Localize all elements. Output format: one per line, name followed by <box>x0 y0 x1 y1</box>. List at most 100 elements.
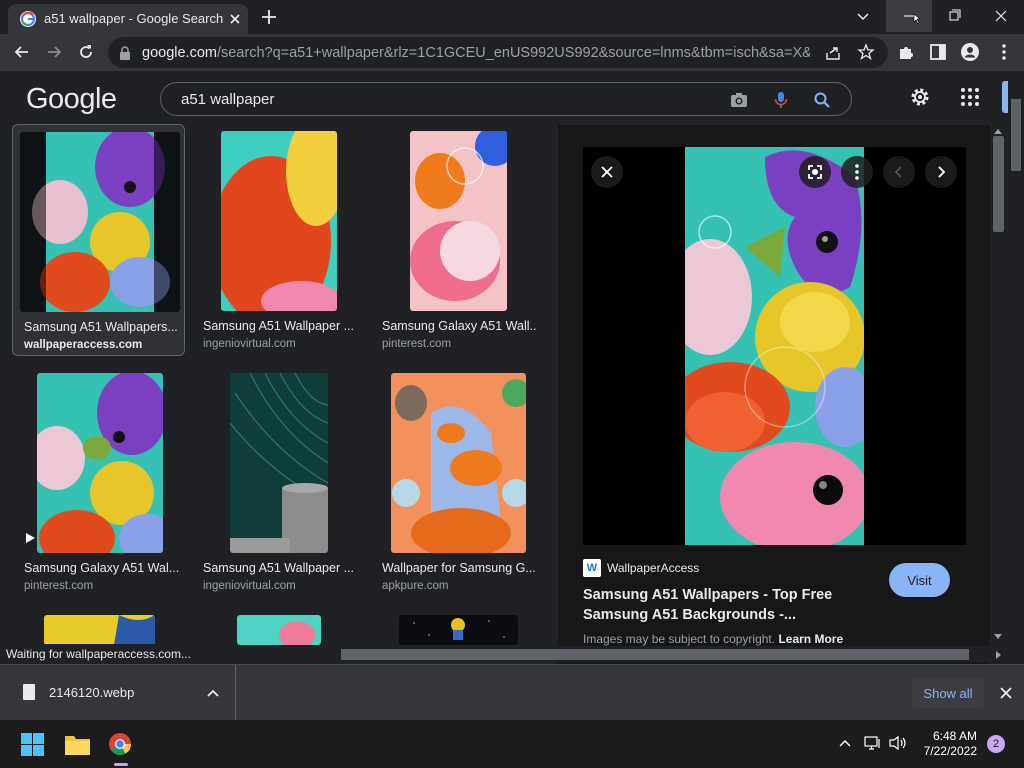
image-result-2[interactable]: Samsung A51 Wallpaper ... ingeniovirtual… <box>191 124 364 356</box>
previous-image-icon[interactable] <box>883 156 915 188</box>
google-favicon-icon <box>20 11 36 27</box>
result-caption[interactable]: Wallpaper for Samsung G... <box>382 561 537 575</box>
result-source[interactable]: pinterest.com <box>24 580 93 592</box>
result-thumbnail[interactable] <box>20 132 180 312</box>
result-source[interactable]: ingeniovirtual.com <box>203 338 296 350</box>
copyright-notice: Images may be subject to copyright. Lear… <box>583 632 844 646</box>
back-icon[interactable] <box>12 42 32 62</box>
site-name[interactable]: WallpaperAccess <box>607 561 699 575</box>
video-play-icon[interactable] <box>23 531 37 545</box>
tab-strip: a51 wallpaper - Google Search <box>0 0 1024 34</box>
tray-chevron-up-icon[interactable] <box>838 736 852 750</box>
tab-search-chevron-icon[interactable] <box>854 7 872 25</box>
search-box[interactable] <box>160 82 852 116</box>
image-result-4[interactable]: Samsung Galaxy A51 Wal... pinterest.com <box>12 366 185 598</box>
result-thumbnail[interactable] <box>391 373 526 553</box>
side-panel-icon[interactable] <box>928 42 948 62</box>
image-result-5[interactable]: Samsung A51 Wallpaper ... ingeniovirtual… <box>191 366 364 598</box>
result-thumbnail[interactable] <box>37 373 163 553</box>
lock-icon[interactable] <box>118 45 132 61</box>
window-close-button[interactable] <box>978 0 1024 32</box>
share-icon[interactable] <box>824 44 842 62</box>
bookmark-star-icon[interactable] <box>857 43 875 61</box>
close-shelf-icon[interactable] <box>997 684 1015 702</box>
windows-start-icon[interactable] <box>21 733 44 756</box>
windows-taskbar: 6:48 AM 7/22/2022 2 <box>0 720 1024 768</box>
scroll-down-arrow-icon[interactable] <box>993 633 1003 641</box>
image-result-8-thumbnail[interactable] <box>237 615 321 645</box>
chevron-up-icon[interactable] <box>205 685 221 701</box>
minimize-button[interactable] <box>886 0 932 32</box>
volume-icon[interactable] <box>888 735 908 751</box>
extensions-puzzle-icon[interactable] <box>896 42 916 62</box>
browser-menu-kebab-icon[interactable] <box>994 42 1014 62</box>
settings-gear-icon[interactable] <box>909 86 931 108</box>
google-logo[interactable]: Google <box>26 83 117 116</box>
tab-title: a51 wallpaper - Google Search <box>44 11 224 26</box>
clock-time: 6:48 AM <box>932 729 977 743</box>
url-text: google.com/search?q=a51+wallpaper&rlz=1C… <box>142 45 810 61</box>
download-shelf: 2146120.webp Show all <box>0 664 1024 721</box>
download-item[interactable]: 2146120.webp <box>0 665 236 721</box>
download-filename[interactable]: 2146120.webp <box>49 685 134 700</box>
results-scrollbar-thumb[interactable] <box>993 136 1004 232</box>
search-page: Google a51 wallpaper Samsung A51 Wallpap… <box>0 71 1024 664</box>
preview-image-frame[interactable] <box>583 147 966 545</box>
profile-avatar-icon[interactable] <box>960 42 980 62</box>
result-source[interactable]: apkpure.com <box>382 580 448 592</box>
browser-toolbar: google.com/search?q=a51+wallpaper&rlz=1C… <box>0 34 1024 71</box>
result-source[interactable]: ingeniovirtual.com <box>203 580 296 592</box>
result-caption[interactable]: Samsung A51 Wallpaper ... <box>203 319 358 333</box>
page-scrollbar-thumb[interactable] <box>1011 99 1021 171</box>
clock-date: 7/22/2022 <box>923 744 977 758</box>
tab-close-icon[interactable] <box>226 10 244 28</box>
chrome-active-indicator <box>114 763 128 766</box>
next-image-icon[interactable] <box>925 156 957 188</box>
reload-icon[interactable] <box>76 42 96 62</box>
horizontal-scrollbar-thumb[interactable] <box>341 649 969 660</box>
browser-tab[interactable]: a51 wallpaper - Google Search <box>8 4 248 34</box>
search-input[interactable] <box>181 89 701 109</box>
image-preview-panel: W WallpaperAccess Samsung A51 Wallpapers… <box>558 125 990 664</box>
image-result-7-thumbnail[interactable] <box>44 615 155 645</box>
file-explorer-icon[interactable] <box>65 733 90 755</box>
file-icon <box>23 684 35 700</box>
restore-button[interactable] <box>932 0 978 32</box>
result-thumbnail[interactable] <box>410 131 507 311</box>
result-caption[interactable]: Samsung Galaxy A51 Wall... <box>382 319 537 333</box>
result-caption[interactable]: Samsung A51 Wallpapers... <box>24 320 179 334</box>
new-tab-icon[interactable] <box>259 7 279 27</box>
google-lens-icon[interactable] <box>799 156 831 188</box>
scroll-up-arrow-icon[interactable] <box>993 127 1003 135</box>
google-apps-grid-icon[interactable] <box>960 87 980 107</box>
result-thumbnail[interactable] <box>221 131 337 311</box>
status-bar: Waiting for wallpaperaccess.com... <box>0 644 197 664</box>
result-caption[interactable]: Samsung Galaxy A51 Wal... <box>24 561 179 575</box>
visit-button[interactable]: Visit <box>889 563 950 597</box>
more-options-kebab-icon[interactable] <box>841 156 873 188</box>
image-result-1[interactable]: Samsung A51 Wallpapers... wallpaperacces… <box>12 124 185 356</box>
network-icon[interactable] <box>864 735 882 751</box>
search-icon[interactable] <box>812 90 832 110</box>
close-preview-icon[interactable] <box>591 156 623 188</box>
chrome-icon[interactable] <box>108 732 132 756</box>
image-result-6[interactable]: Wallpaper for Samsung G... apkpure.com <box>370 366 543 598</box>
preview-image[interactable] <box>685 147 864 545</box>
image-result-9-thumbnail[interactable] <box>399 615 518 645</box>
result-title-link[interactable]: Samsung A51 Wallpapers - Top Free Samsun… <box>583 585 863 625</box>
result-source[interactable]: pinterest.com <box>382 338 451 350</box>
result-caption[interactable]: Samsung A51 Wallpaper ... <box>203 561 358 575</box>
notification-badge[interactable]: 2 <box>987 735 1005 753</box>
microphone-icon[interactable] <box>771 90 791 110</box>
scroll-right-arrow-icon[interactable] <box>995 650 1003 660</box>
image-result-3[interactable]: Samsung Galaxy A51 Wall... pinterest.com <box>370 124 543 356</box>
address-bar[interactable]: google.com/search?q=a51+wallpaper&rlz=1C… <box>108 37 888 68</box>
result-source[interactable]: wallpaperaccess.com <box>24 339 142 351</box>
camera-lens-icon[interactable] <box>729 90 749 110</box>
result-thumbnail[interactable] <box>230 373 328 553</box>
show-all-downloads-button[interactable]: Show all <box>912 678 984 708</box>
forward-icon[interactable] <box>44 42 64 62</box>
site-favicon-icon: W <box>583 559 601 577</box>
system-clock[interactable]: 6:48 AM 7/22/2022 <box>915 729 977 759</box>
learn-more-link[interactable]: Learn More <box>778 632 843 646</box>
